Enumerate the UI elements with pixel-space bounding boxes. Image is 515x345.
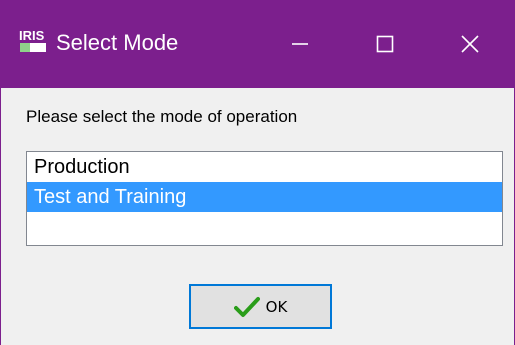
prompt-label: Please select the mode of operation — [26, 107, 298, 126]
ok-button[interactable]: OK — [189, 284, 332, 329]
dialog-body: Please select the mode of operation Prod… — [1, 88, 514, 345]
list-item-production[interactable]: Production — [27, 152, 502, 182]
maximize-icon — [376, 35, 394, 53]
mode-listbox[interactable]: Production Test and Training — [26, 151, 503, 246]
close-icon — [461, 35, 479, 53]
select-mode-dialog: IRIS Select Mode Please select the mode … — [0, 0, 515, 345]
app-icon-lettering: IRIS — [19, 28, 45, 43]
close-button[interactable] — [425, 0, 515, 88]
minimize-icon — [292, 43, 308, 45]
iris-app-icon: IRIS — [18, 26, 48, 54]
ok-button-label: OK — [265, 297, 288, 316]
maximize-button[interactable] — [340, 0, 430, 88]
title-bar[interactable]: IRIS Select Mode — [0, 0, 515, 88]
checkmark-icon — [233, 296, 260, 317]
window-title: Select Mode — [56, 30, 179, 55]
list-item-test-and-training[interactable]: Test and Training — [27, 182, 502, 212]
minimize-button[interactable] — [255, 0, 345, 88]
